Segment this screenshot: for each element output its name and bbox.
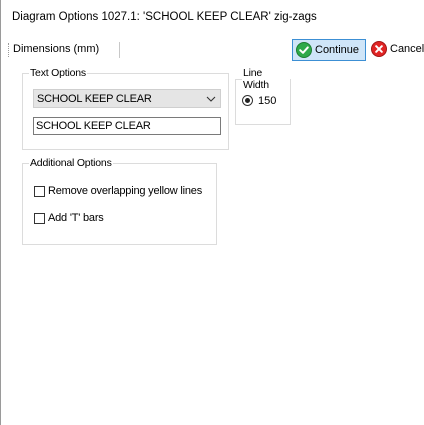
text-input[interactable] [34, 118, 220, 134]
text-options-dropdown[interactable]: SCHOOL KEEP CLEAR [33, 89, 221, 108]
remove-overlapping-lines-label: Remove overlapping yellow lines [48, 185, 202, 197]
radio-button[interactable] [242, 95, 253, 106]
additional-options-title: Additional Options [30, 157, 112, 169]
x-circle-icon [371, 41, 387, 57]
toolbar-grip[interactable] [8, 43, 12, 57]
add-t-bars-label: Add 'T' bars [48, 212, 104, 224]
remove-overlapping-lines-checkbox[interactable] [34, 186, 45, 197]
dimensions-menu-button[interactable]: Dimensions (mm) [13, 43, 99, 55]
radio-selected-dot [245, 98, 250, 103]
cancel-label: Cancel [390, 43, 424, 55]
chevron-down-icon [206, 94, 216, 106]
text-options-group: Text Options [22, 67, 229, 150]
window-title: Diagram Options 1027.1: 'SCHOOL KEEP CLE… [12, 11, 317, 23]
dropdown-selected-value: SCHOOL KEEP CLEAR [37, 93, 152, 105]
cancel-button[interactable]: Cancel [369, 39, 424, 61]
text-options-title: Text Options [30, 67, 86, 79]
title-bar: Diagram Options 1027.1: 'SCHOOL KEEP CLE… [1, 0, 424, 34]
continue-button[interactable]: Continue [292, 39, 366, 61]
toolbar-separator [119, 42, 120, 58]
line-width-title: Line Width [243, 67, 269, 91]
check-circle-icon [296, 42, 312, 58]
additional-options-group: Additional Options [22, 157, 217, 245]
line-width-option-label: 150 [258, 95, 277, 107]
continue-label: Continue [315, 44, 360, 56]
text-field[interactable] [33, 117, 221, 135]
diagram-options-dialog: Diagram Options 1027.1: 'SCHOOL KEEP CLE… [0, 0, 424, 425]
add-t-bars-checkbox[interactable] [34, 213, 45, 224]
